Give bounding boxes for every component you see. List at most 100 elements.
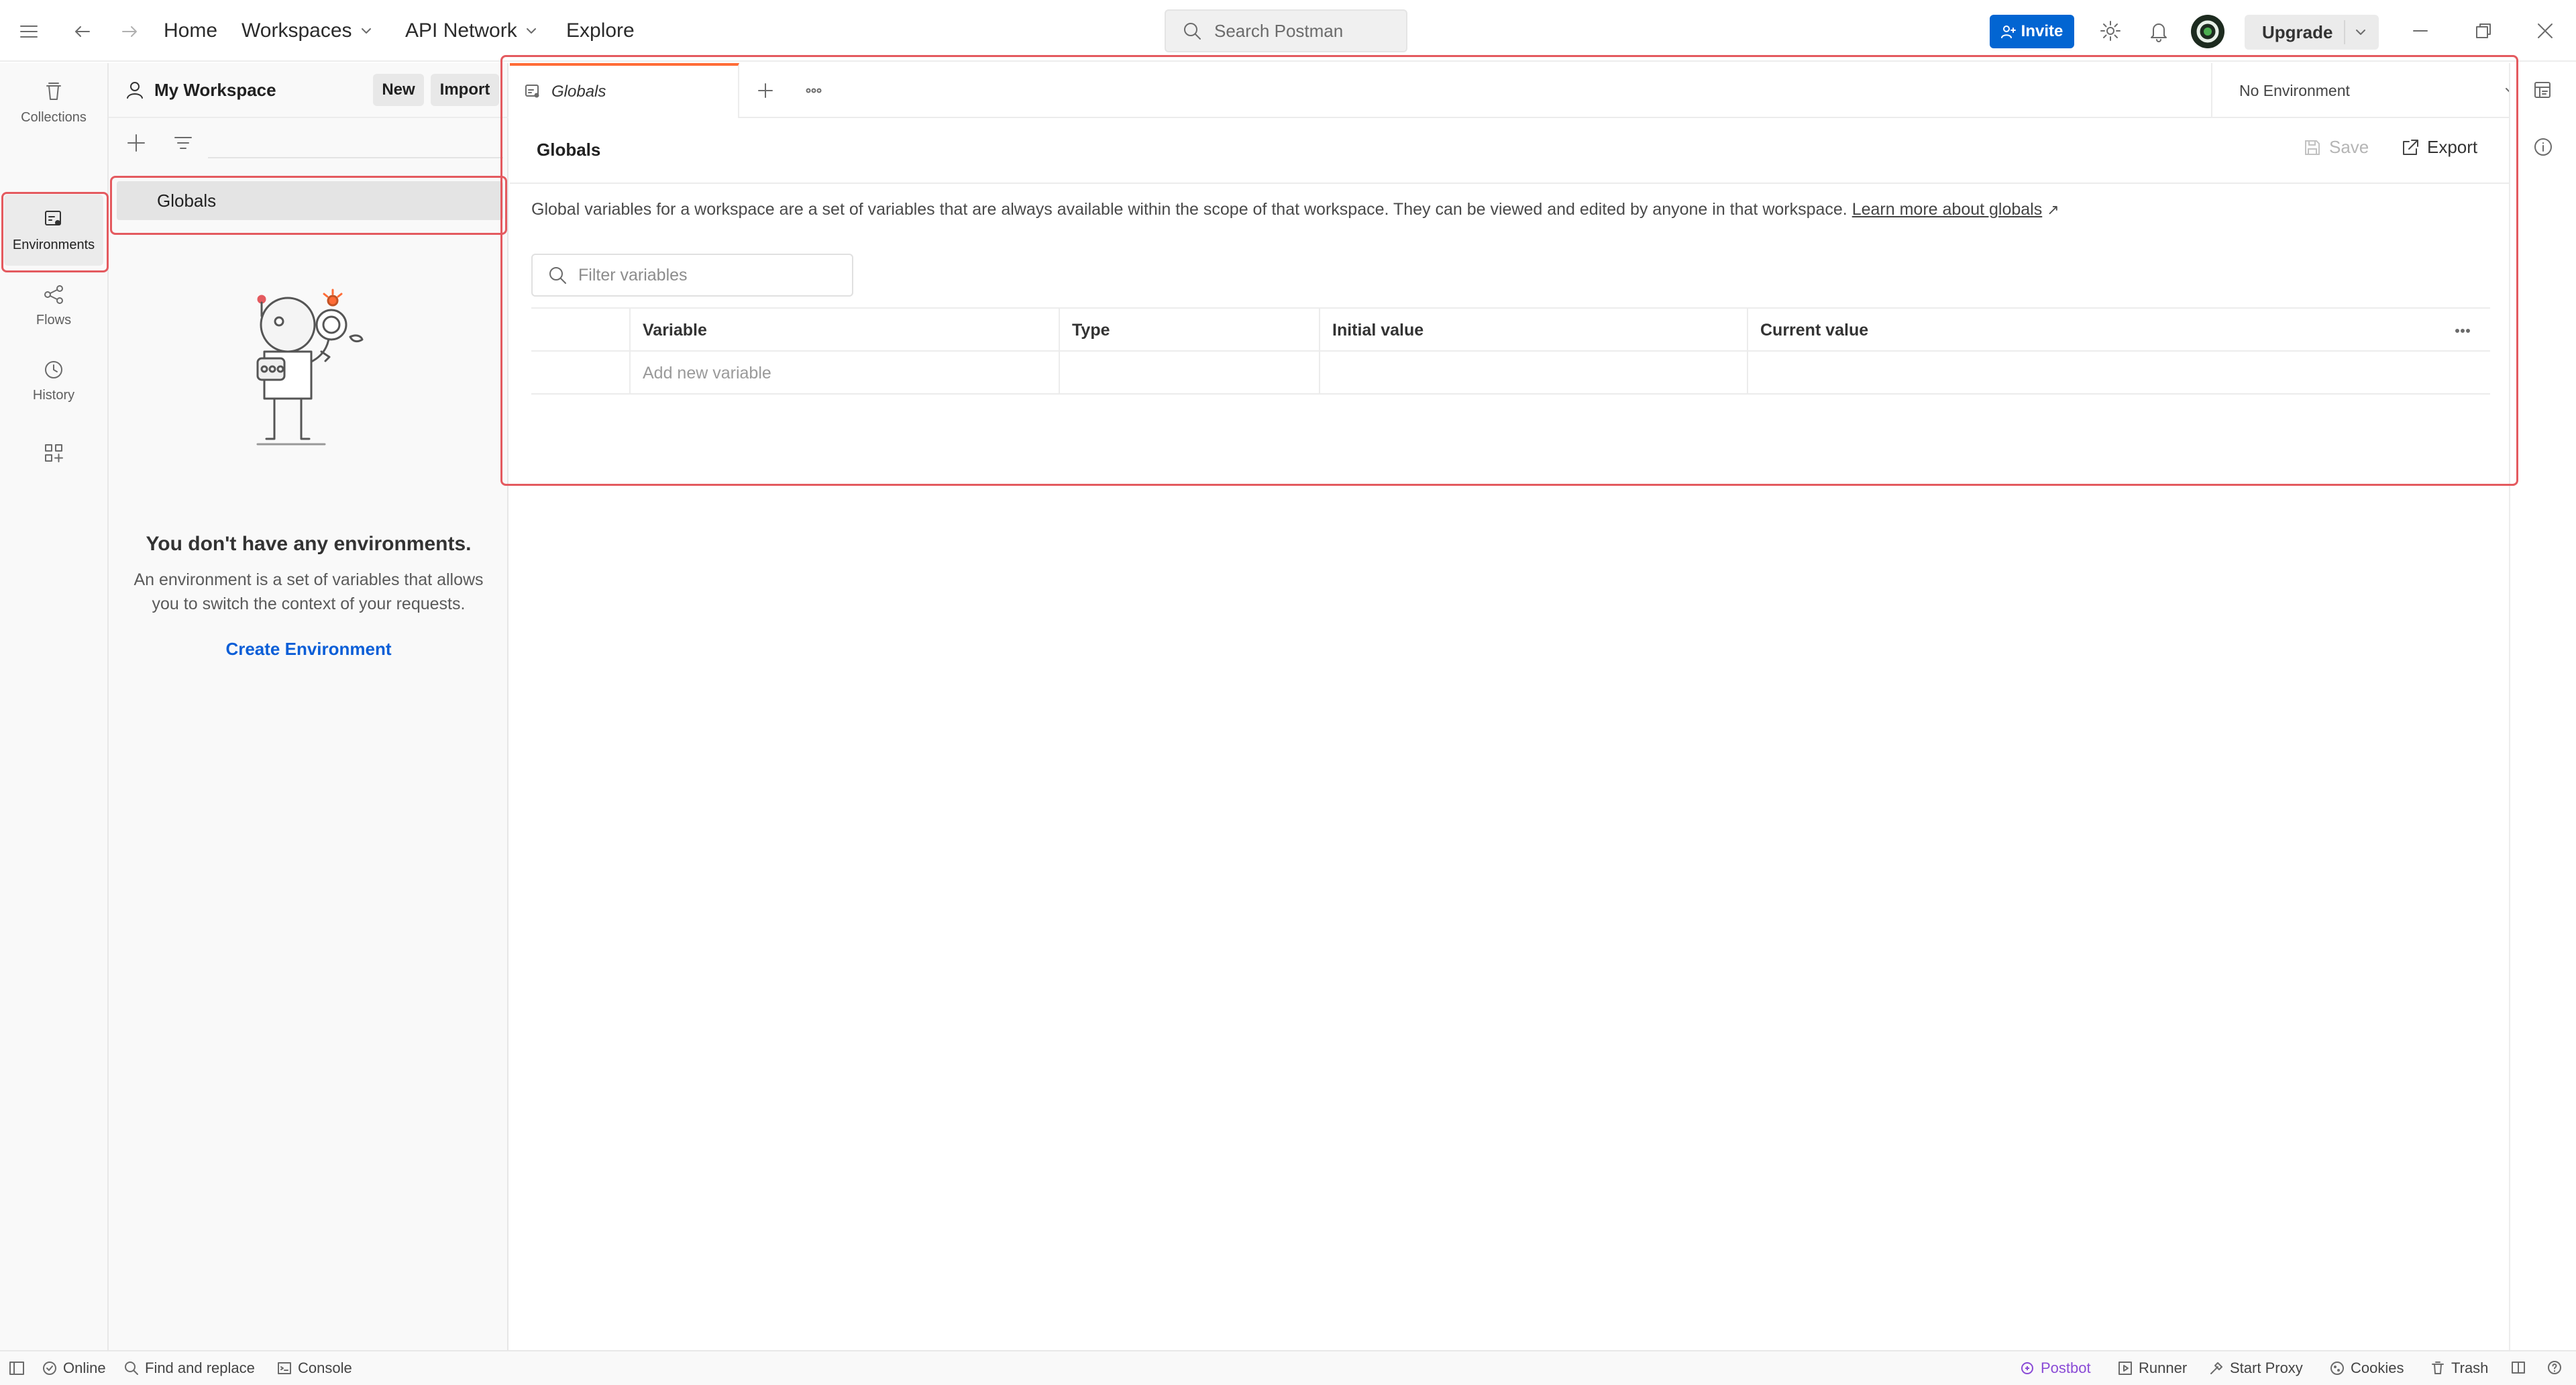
search-input[interactable]: Search Postman bbox=[1165, 9, 1407, 52]
rail-item-label: Collections bbox=[21, 109, 87, 125]
history-icon bbox=[42, 358, 65, 381]
postbot-button[interactable]: Postbot bbox=[2019, 1360, 2091, 1377]
sidebar-toolbar bbox=[109, 119, 508, 166]
chevron-down-icon[interactable] bbox=[2353, 25, 2368, 40]
description-text: Global variables for a workspace are a s… bbox=[531, 200, 1847, 219]
online-status[interactable]: Online bbox=[42, 1360, 106, 1377]
upgrade-button[interactable]: Upgrade bbox=[2245, 15, 2379, 50]
settings-gear-icon[interactable] bbox=[2098, 19, 2123, 43]
user-icon bbox=[125, 80, 145, 100]
import-button[interactable]: Import bbox=[431, 74, 499, 106]
start-proxy-button[interactable]: Start Proxy bbox=[2208, 1360, 2303, 1377]
postbot-label: Postbot bbox=[2041, 1360, 2091, 1376]
back-arrow-icon[interactable] bbox=[71, 20, 94, 43]
tab-bar: Globals No Environment bbox=[510, 63, 2542, 118]
grid-add-icon bbox=[42, 442, 65, 464]
more-tabs-icon[interactable] bbox=[802, 79, 825, 102]
create-environment-link[interactable]: Create Environment bbox=[109, 639, 508, 660]
table-header-select bbox=[531, 309, 629, 352]
status-bar: Online Find and replace Console Postbot … bbox=[0, 1350, 2576, 1385]
notification-bell-icon[interactable] bbox=[2147, 19, 2171, 43]
variables-table: Variable Type Initial value Current valu… bbox=[531, 307, 2490, 397]
postbot-icon bbox=[2019, 1360, 2035, 1376]
filter-placeholder: Filter variables bbox=[578, 265, 688, 285]
console-label: Console bbox=[298, 1360, 352, 1376]
toggle-sidebar-icon[interactable] bbox=[8, 1360, 25, 1377]
nav-api-network-label: API Network bbox=[405, 19, 517, 42]
tab-label: Globals bbox=[551, 83, 606, 101]
new-button-label: New bbox=[382, 81, 415, 99]
info-icon[interactable] bbox=[2532, 136, 2555, 158]
add-new-variable-input[interactable]: Add new variable bbox=[629, 352, 1059, 395]
workspace-name: My Workspace bbox=[154, 79, 276, 100]
trash-label: Trash bbox=[2451, 1360, 2489, 1376]
rail-item-flows[interactable]: Flows bbox=[4, 270, 103, 341]
learn-more-link[interactable]: Learn more about globals bbox=[1852, 200, 2043, 219]
type-cell[interactable] bbox=[1059, 352, 1319, 395]
trash-icon bbox=[2430, 1360, 2446, 1376]
rail-item-collections[interactable]: Collections bbox=[4, 67, 103, 138]
restore-window-icon[interactable] bbox=[2473, 20, 2494, 42]
cookies-button[interactable]: Cookies bbox=[2329, 1360, 2404, 1377]
sidebar-item-globals[interactable]: Globals bbox=[117, 181, 503, 220]
sidebar-rail: Collections Environments Flows History bbox=[0, 63, 109, 1350]
close-window-icon[interactable] bbox=[2534, 20, 2556, 42]
nav-home[interactable]: Home bbox=[164, 17, 217, 44]
forward-arrow-icon[interactable] bbox=[118, 20, 141, 43]
help-icon[interactable] bbox=[2546, 1360, 2563, 1376]
export-label: Export bbox=[2427, 137, 2478, 157]
empty-state-title: You don't have any environments. bbox=[146, 533, 472, 555]
table-row: Add new variable bbox=[531, 350, 2490, 395]
trash-button[interactable]: Trash bbox=[2430, 1360, 2488, 1377]
initial-value-cell[interactable] bbox=[1319, 352, 1747, 395]
new-tab-plus-icon[interactable] bbox=[754, 79, 777, 102]
two-pane-icon[interactable] bbox=[2510, 1360, 2526, 1376]
nav-workspaces[interactable]: Workspaces bbox=[241, 17, 374, 44]
import-button-label: Import bbox=[439, 81, 490, 99]
find-replace-button[interactable]: Find and replace bbox=[123, 1360, 255, 1377]
search-icon bbox=[547, 265, 568, 285]
add-user-icon bbox=[2000, 24, 2016, 39]
environment-quick-look-icon[interactable] bbox=[2532, 79, 2555, 102]
new-button[interactable]: New bbox=[373, 74, 424, 106]
tab-globals[interactable]: Globals bbox=[510, 63, 739, 118]
environment-select[interactable]: No Environment bbox=[2211, 63, 2542, 118]
menu-icon[interactable] bbox=[17, 20, 40, 43]
app-header: Home Workspaces API Network Explore Sear… bbox=[0, 0, 2576, 62]
table-header-initial-value: Initial value bbox=[1319, 309, 1747, 352]
right-rail bbox=[2509, 63, 2576, 1350]
export-button[interactable]: Export bbox=[2400, 137, 2477, 158]
row-select-cell bbox=[531, 352, 629, 395]
page-title: Globals bbox=[537, 140, 601, 160]
filter-icon[interactable] bbox=[172, 132, 195, 154]
sidebar-search-input[interactable] bbox=[208, 127, 503, 158]
console-button[interactable]: Console bbox=[276, 1360, 352, 1377]
check-circle-icon bbox=[42, 1360, 58, 1376]
minimize-window-icon[interactable] bbox=[2410, 20, 2431, 42]
rail-item-history[interactable]: History bbox=[4, 345, 103, 416]
globals-header: Globals Save Export bbox=[510, 119, 2542, 184]
nav-api-network[interactable]: API Network bbox=[405, 17, 539, 44]
rail-item-configure[interactable] bbox=[4, 429, 103, 476]
table-header-variable: Variable bbox=[629, 309, 1059, 352]
nav-explore[interactable]: Explore bbox=[566, 17, 635, 44]
filter-variables-input[interactable]: Filter variables bbox=[531, 254, 853, 297]
more-options-icon[interactable] bbox=[2451, 319, 2474, 342]
runner-label: Runner bbox=[2139, 1360, 2188, 1376]
online-label: Online bbox=[63, 1360, 106, 1376]
save-button[interactable]: Save bbox=[2302, 137, 2369, 158]
environment-icon bbox=[42, 208, 65, 231]
add-icon[interactable] bbox=[125, 132, 148, 154]
console-icon bbox=[276, 1360, 292, 1376]
search-icon bbox=[1182, 21, 1202, 41]
invite-button[interactable]: Invite bbox=[1990, 15, 2074, 48]
rail-item-environments[interactable]: Environments bbox=[4, 195, 103, 266]
current-value-cell[interactable] bbox=[1747, 352, 2490, 395]
table-header-current-value: Current value bbox=[1747, 309, 2438, 352]
avatar[interactable] bbox=[2191, 15, 2224, 48]
rail-item-label: History bbox=[32, 387, 75, 403]
runner-button[interactable]: Runner bbox=[2117, 1360, 2187, 1377]
environment-select-value: No Environment bbox=[2239, 81, 2350, 99]
start-proxy-label: Start Proxy bbox=[2230, 1360, 2303, 1376]
create-environment-label: Create Environment bbox=[225, 639, 392, 659]
